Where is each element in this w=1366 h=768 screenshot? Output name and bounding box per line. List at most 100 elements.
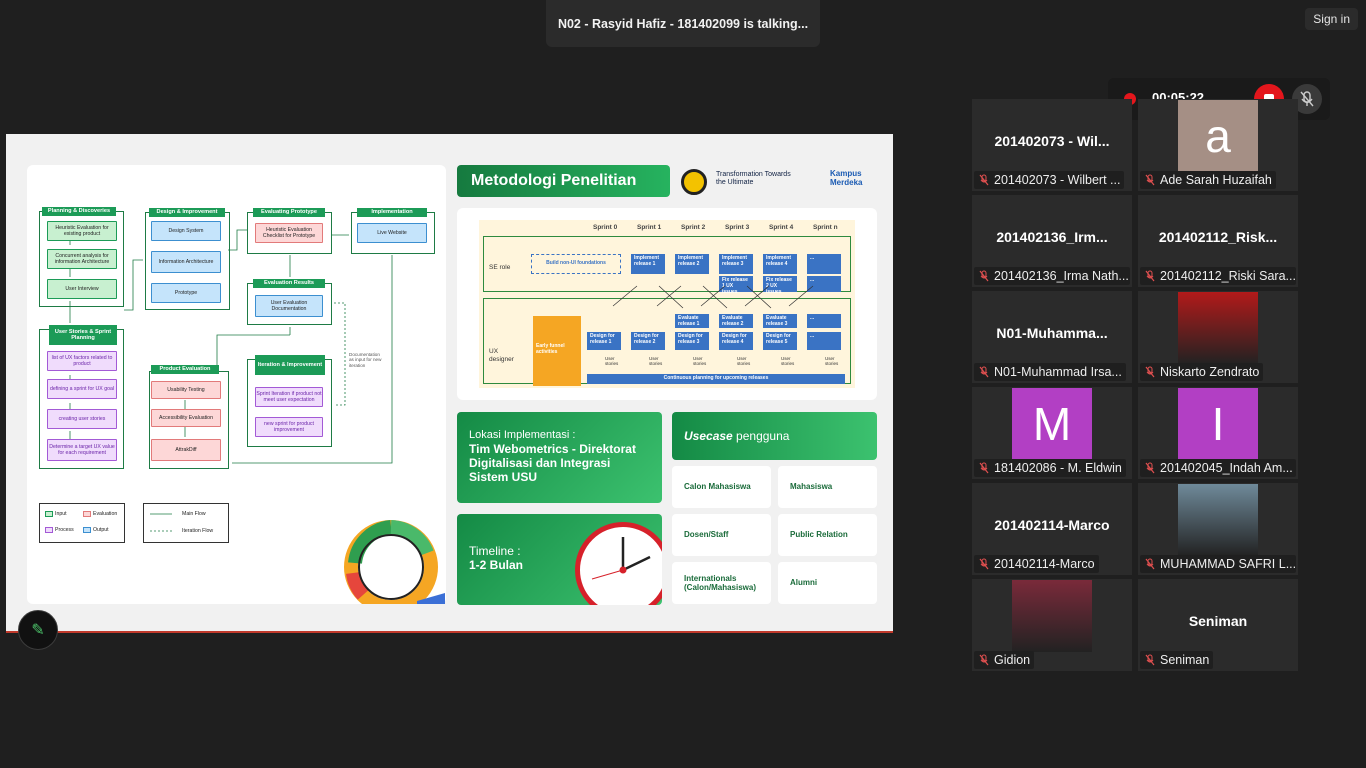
evaluate-n-box: ... xyxy=(807,314,841,328)
participant-tile[interactable]: MUHAMMAD SAFRI L... xyxy=(1138,483,1298,575)
participant-tile[interactable]: I 201402045_Indah Am... xyxy=(1138,387,1298,479)
participant-avatar: I xyxy=(1178,388,1258,460)
legend-output-swatch xyxy=(83,527,91,533)
legend-colors xyxy=(39,503,125,543)
usecase-item: Alumni xyxy=(778,562,877,604)
participant-name-label: 201402114-Marco xyxy=(974,555,1099,573)
sprint-cross-arrows xyxy=(612,285,814,309)
participant-name-label: 201402136_Irma Nath... xyxy=(974,267,1130,285)
muted-mic-icon xyxy=(1145,174,1155,186)
pencil-icon: ✎ xyxy=(31,622,45,639)
sprint-iteration-box: Sprint Iteration if product not meet use… xyxy=(255,387,323,407)
legend-main-flow: Main Flow xyxy=(182,510,206,517)
shared-slide: Planning & Discoveries Heuristic Evaluat… xyxy=(6,134,893,632)
prototype-box: Prototype xyxy=(151,283,221,303)
meeting-window: N02 - Rasyid Hafiz - 181402099 is talkin… xyxy=(0,0,1366,768)
slide-bottom-border xyxy=(6,631,893,633)
participant-display-name: 201402136_Irm... xyxy=(996,229,1108,245)
design-for-5-box: Design for release 5 xyxy=(763,332,797,350)
implement-2-box: Implement release 2 xyxy=(675,254,709,274)
participant-name: 201402073 - Wilbert ... xyxy=(994,173,1121,187)
participant-name-label: 181402086 - M. Eldwin xyxy=(974,459,1126,477)
design-for-4-box: Design for release 4 xyxy=(719,332,753,350)
implement-3-box: Implement release 3 xyxy=(719,254,753,274)
implementation-header: Implementation xyxy=(357,208,427,217)
location-label: Lokasi Implementasi : xyxy=(469,429,576,441)
participant-tile[interactable]: M 181402086 - M. Eldwin xyxy=(972,387,1132,479)
participant-photo xyxy=(1012,580,1092,652)
muted-mic-icon xyxy=(979,366,989,378)
legend-process: Process xyxy=(55,526,74,533)
muted-mic-icon xyxy=(1145,366,1155,378)
muted-mic-icon xyxy=(1145,558,1155,570)
participant-name-label: Ade Sarah Huzaifah xyxy=(1140,171,1276,189)
legend-flows xyxy=(143,503,229,543)
sign-in-button[interactable]: Sign in xyxy=(1305,8,1358,30)
create-stories-box: creating user stories xyxy=(47,409,117,429)
design-for-n-box: ... xyxy=(807,332,841,350)
annotate-pencil-button[interactable]: ✎ xyxy=(18,610,58,650)
participant-name: Seniman xyxy=(1160,653,1210,667)
concurrent-analysis-box: Concurrent analysis for information Arch… xyxy=(47,249,117,269)
implement-4-box: Implement release 4 xyxy=(763,254,797,274)
participant-name-label: MUHAMMAD SAFRI L... xyxy=(1140,555,1296,573)
participant-name: 181402086 - M. Eldwin xyxy=(994,461,1122,475)
sprint-diagram-canvas: Sprint 0 Sprint 1 Sprint 2 Sprint 3 Spri… xyxy=(479,220,855,388)
heuristic-checklist-box: Heuristic Evaluation Checklist for Proto… xyxy=(255,223,323,243)
muted-mic-icon xyxy=(979,462,989,474)
legend-evaluation-swatch xyxy=(83,511,91,517)
muted-mic-icon xyxy=(979,654,989,666)
product-eval-header: Product Evaluation xyxy=(151,365,219,374)
legend-iteration-flow: Iteration Flow xyxy=(182,527,214,534)
information-architecture-box: Information Architecture xyxy=(151,251,221,273)
ux-designer-label: UX designer xyxy=(489,348,514,363)
participant-name: Niskarto Zendrato xyxy=(1160,365,1260,379)
participant-tile[interactable]: 201402114-Marco 201402114-Marco xyxy=(972,483,1132,575)
kampus-merdeka-logo: Kampus Merdeka xyxy=(830,169,863,187)
design-for-3-box: Design for release 3 xyxy=(675,332,709,350)
iteration-header: Iteration & Improvement xyxy=(255,355,325,375)
participant-tile[interactable]: Niskarto Zendrato xyxy=(1138,291,1298,383)
participant-name: N01-Muhammad Irsa... xyxy=(994,365,1122,379)
slide-title: Metodologi Penelitian xyxy=(457,165,670,197)
legend-input: Input xyxy=(55,510,67,517)
se-role-label: SE role xyxy=(489,264,511,271)
participant-tile[interactable]: 201402073 - Wil... 201402073 - Wilbert ..… xyxy=(972,99,1132,191)
participant-display-name: 201402114-Marco xyxy=(994,517,1110,533)
participant-photo xyxy=(1178,484,1258,556)
participant-tile[interactable]: Gidion xyxy=(972,579,1132,671)
attrakdiff-box: AttrakDiff xyxy=(151,439,221,461)
user-eval-doc-box: User Evaluation Documentation xyxy=(255,295,323,317)
implement-1-box: Implement release 1 xyxy=(631,254,665,274)
participant-photo xyxy=(1178,292,1258,364)
accessibility-box: Accessibility Evaluation xyxy=(151,409,221,427)
sprint-header-2: Sprint 2 xyxy=(681,224,706,231)
participant-avatar: a xyxy=(1178,100,1258,172)
participant-name: MUHAMMAD SAFRI L... xyxy=(1160,557,1296,571)
doc-note: Documentation as input for new iteration xyxy=(349,351,382,368)
legend-process-swatch xyxy=(45,527,53,533)
participant-display-name: 201402112_Risk... xyxy=(1158,229,1278,245)
participant-name-label: Niskarto Zendrato xyxy=(1140,363,1264,381)
heuristic-existing-box: Heuristic Evaluation for existing produc… xyxy=(47,221,117,241)
participant-tile[interactable]: N01-Muhamma... N01-Muhammad Irsa... xyxy=(972,291,1132,383)
participant-tile[interactable]: a Ade Sarah Huzaifah xyxy=(1138,99,1298,191)
participant-avatar: M xyxy=(1012,388,1092,460)
sprint-header-1: Sprint 1 xyxy=(637,224,662,231)
usability-testing-box: Usability Testing xyxy=(151,381,221,399)
participant-name-label: Gidion xyxy=(974,651,1035,669)
legend-output: Output xyxy=(93,526,109,533)
user-stories-note-4: User stories xyxy=(737,356,751,367)
sprint-header-4: Sprint 4 xyxy=(769,224,794,231)
participant-tile[interactable]: Seniman Seniman xyxy=(1138,579,1298,671)
target-ux-box: Determine a target UX value for each req… xyxy=(47,439,117,461)
usecase-item: Public Relation xyxy=(778,514,877,556)
usecase-title-italic: Usecase xyxy=(684,429,733,443)
eval-proto-header: Evaluating Prototype xyxy=(253,208,325,217)
process-flow-diagram: Planning & Discoveries Heuristic Evaluat… xyxy=(27,165,446,604)
usu-logo-icon xyxy=(681,169,707,195)
participant-name: Ade Sarah Huzaifah xyxy=(1160,173,1272,187)
participant-tile[interactable]: 201402112_Risk... 201402112_Riski Sara... xyxy=(1138,195,1298,287)
participant-tile[interactable]: 201402136_Irm... 201402136_Irma Nath... xyxy=(972,195,1132,287)
muted-mic-icon xyxy=(979,558,989,570)
